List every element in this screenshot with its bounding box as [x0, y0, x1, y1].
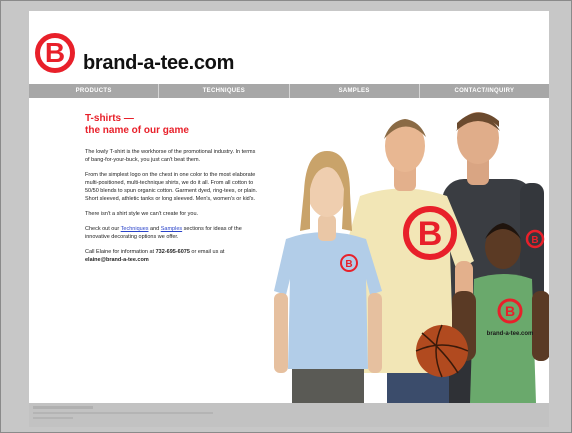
svg-text:B: B [345, 259, 352, 270]
brand-logo-icon[interactable]: B [35, 33, 75, 73]
phone-number: 732-695-6075 [155, 249, 190, 255]
site-name[interactable]: brand-a-tee.com [83, 52, 234, 75]
nav-techniques[interactable]: TECHNIQUES [159, 84, 290, 98]
logo-letter: B [44, 37, 66, 68]
footer-divider [33, 412, 213, 414]
paragraph-contact: Call Elaine for information at 732-695-6… [85, 248, 261, 264]
paragraph-intro: The lowly T-shirt is the workhorse of th… [85, 149, 256, 163]
svg-text:brand-a-tee.com: brand-a-tee.com [487, 331, 534, 337]
techniques-link[interactable]: Techniques [121, 226, 149, 232]
main-nav: PRODUCTS TECHNIQUES SAMPLES CONTACT/INQU… [29, 84, 549, 98]
page-footer [29, 403, 549, 427]
footer-divider [33, 417, 73, 419]
svg-text:B: B [531, 235, 538, 246]
text-fragment: and [148, 226, 161, 232]
nav-contact-inquiry[interactable]: CONTACT/INQUIRY [420, 84, 549, 98]
headline-line-1: T-shirts — [85, 113, 134, 124]
samples-link[interactable]: Samples [161, 226, 182, 232]
model-woman: B [274, 151, 382, 403]
web-page: B brand-a-tee.com PRODUCTS TECHNIQUES SA… [29, 11, 549, 403]
body-copy: The lowly T-shirt is the workhorse of th… [85, 148, 261, 271]
page-title: T-shirts — the name of our game [85, 113, 265, 137]
footer-divider [33, 406, 93, 409]
svg-text:B: B [505, 303, 515, 319]
text-fragment: Call Elaine for information at [85, 249, 156, 255]
browser-viewport: B brand-a-tee.com PRODUCTS TECHNIQUES SA… [0, 0, 572, 433]
basketball [415, 324, 469, 378]
paragraph-styles: From the simplest logo on the chest in o… [85, 172, 258, 202]
paragraph-claim: There isn't a shirt style we can't creat… [85, 211, 199, 217]
models-photo: B B B B brand-a-tee.com [274, 112, 549, 403]
paragraph-sections: Check out our Techniques and Samples sec… [85, 225, 261, 241]
nav-samples[interactable]: SAMPLES [290, 84, 420, 98]
headline-line-2: the name of our game [85, 125, 189, 136]
email-address[interactable]: elaine@brand-a-tee.com [85, 257, 149, 263]
text-fragment: Check out our [85, 226, 121, 232]
svg-text:B: B [418, 215, 443, 253]
text-fragment: or email us at [189, 249, 225, 255]
nav-products[interactable]: PRODUCTS [29, 84, 160, 98]
